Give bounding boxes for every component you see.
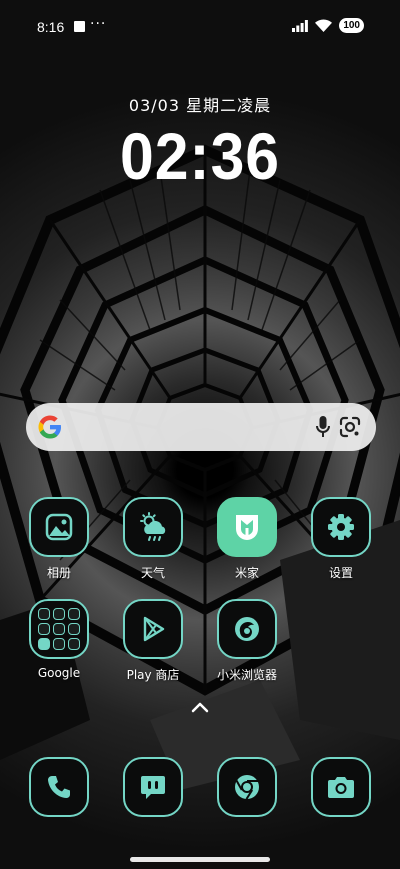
- google-search-bar[interactable]: [26, 403, 376, 451]
- google-folder-icon: [29, 599, 89, 659]
- signal-icon: [292, 19, 309, 32]
- mijia-icon: [217, 497, 277, 557]
- app-play-store[interactable]: Play 商店: [108, 599, 198, 683]
- folder-app-icon: [68, 638, 80, 650]
- dock-chrome[interactable]: [202, 757, 292, 817]
- app-label-weather: 天气: [140, 566, 165, 580]
- home-screen: 8:16 ··· 100 03/03 星期二凌晨 02:36 相册 天气 米家 …: [0, 0, 400, 869]
- chrome-icon: [217, 757, 277, 817]
- app-gallery[interactable]: 相册: [14, 497, 104, 581]
- messages-icon: [123, 757, 183, 817]
- play-store-icon: [123, 599, 183, 659]
- notification-icon: [74, 21, 85, 32]
- app-label-google-folder: Google: [37, 666, 81, 680]
- chevron-up-icon[interactable]: [188, 700, 212, 714]
- status-indicators: 100: [292, 18, 364, 33]
- gallery-icon: [29, 497, 89, 557]
- dock-phone[interactable]: [14, 757, 104, 817]
- folder-app-icon: [68, 623, 80, 635]
- folder-app-icon: [53, 638, 65, 650]
- status-bar: 8:16 ··· 100: [0, 0, 400, 52]
- app-label-mijia: 米家: [234, 566, 259, 580]
- more-notifications-icon: ···: [90, 16, 107, 32]
- microphone-icon[interactable]: [316, 416, 330, 438]
- folder-app-icon: [38, 608, 50, 620]
- battery-indicator: 100: [339, 18, 364, 33]
- google-lens-icon[interactable]: [339, 416, 361, 438]
- app-weather[interactable]: 天气: [108, 497, 198, 581]
- dock-camera[interactable]: [296, 757, 386, 817]
- folder-app-icon: [38, 623, 50, 635]
- phone-icon: [29, 757, 89, 817]
- app-label-play-store: Play 商店: [126, 668, 180, 682]
- app-label-gallery: 相册: [46, 566, 71, 580]
- folder-app-icon: [68, 608, 80, 620]
- google-g-icon: [38, 415, 61, 439]
- app-label-mi-browser: 小米浏览器: [216, 668, 277, 682]
- weather-icon: [123, 497, 183, 557]
- folder-preview-grid: [38, 608, 80, 650]
- gesture-navigation-bar[interactable]: [130, 857, 270, 862]
- app-mijia[interactable]: 米家: [202, 497, 292, 581]
- folder-app-icon: [53, 623, 65, 635]
- gear-icon: [311, 497, 371, 557]
- wifi-icon: [315, 19, 333, 32]
- app-settings[interactable]: 设置: [296, 497, 386, 581]
- folder-app-icon: [38, 638, 50, 650]
- clock-time[interactable]: 02:36: [16, 118, 384, 194]
- app-folder-google[interactable]: Google: [14, 599, 104, 680]
- folder-app-icon: [53, 608, 65, 620]
- camera-icon: [311, 757, 371, 817]
- mi-browser-icon: [217, 599, 277, 659]
- clock-date[interactable]: 03/03 星期二凌晨: [0, 92, 400, 116]
- dock-messages[interactable]: [108, 757, 198, 817]
- app-mi-browser[interactable]: 小米浏览器: [202, 599, 292, 683]
- status-time: 8:16: [37, 19, 65, 35]
- app-label-settings: 设置: [328, 566, 353, 580]
